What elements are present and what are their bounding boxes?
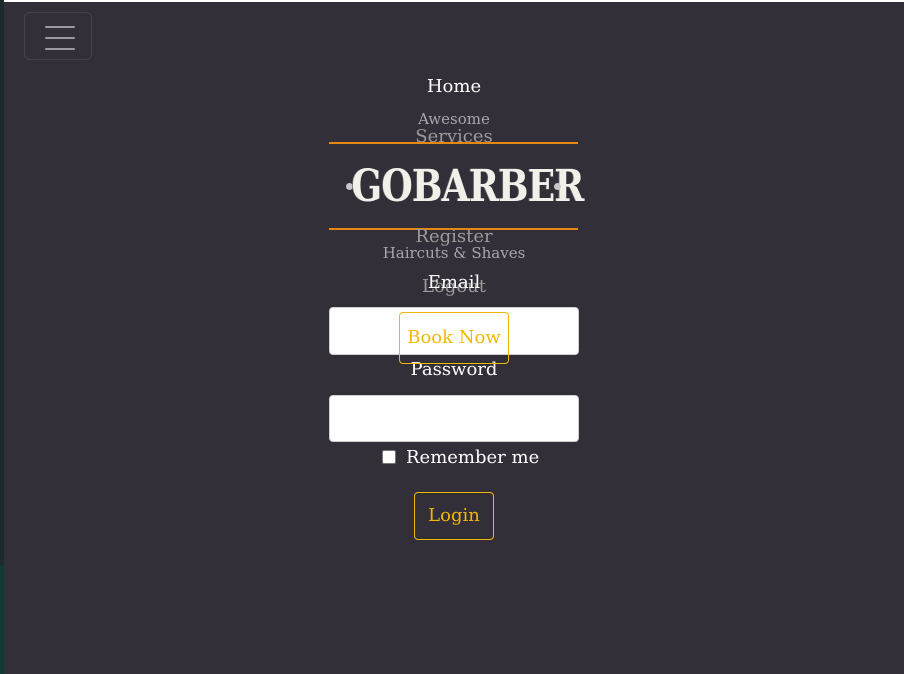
book-now-button[interactable]: Book Now <box>399 312 509 364</box>
brand-dot-right <box>554 183 561 190</box>
remember-me-label: Remember me <box>406 446 540 468</box>
password-field[interactable] <box>329 395 579 442</box>
login-button[interactable]: Login <box>414 492 494 540</box>
hamburger-menu-icon <box>45 26 75 28</box>
remember-me-checkbox[interactable] <box>382 450 396 464</box>
hamburger-menu-icon-bar <box>45 37 75 39</box>
nav-link-home[interactable]: Home <box>329 76 579 97</box>
hero-tagline-bottom: Haircuts & Shaves <box>382 244 526 262</box>
page: Home Awesome Services GOBARBER Register … <box>4 2 904 674</box>
brand-top-rule <box>329 142 578 144</box>
hamburger-menu-icon-bar <box>45 48 75 50</box>
brand-logo: GOBARBER <box>329 157 584 217</box>
remember-me-row: Remember me <box>382 445 539 469</box>
brand-title: GOBARBER <box>351 161 584 212</box>
navbar-toggle-button[interactable] <box>24 12 92 60</box>
email-label: Email <box>427 272 481 293</box>
